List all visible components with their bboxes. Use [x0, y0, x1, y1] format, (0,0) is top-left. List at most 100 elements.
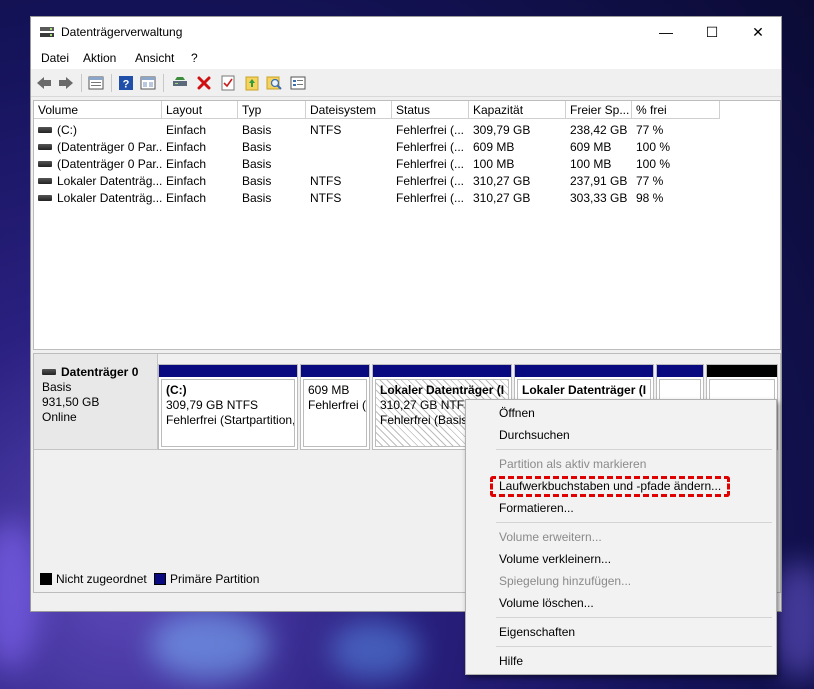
toolbar: ? [31, 69, 781, 97]
table-cell: Fehlerfrei (... [396, 191, 465, 205]
window-title: Datenträgerverwaltung [61, 25, 183, 39]
table-cell: Basis [242, 174, 272, 188]
table-cell: 77 % [636, 174, 664, 188]
partition-c[interactable]: (C:) 309,79 GB NTFS Fehlerfrei (Startpar… [158, 364, 298, 450]
close-button[interactable]: ✕ [735, 17, 781, 47]
table-cell: Einfach [166, 174, 207, 188]
forward-icon[interactable] [57, 74, 75, 92]
table-cell: 310,27 GB [473, 174, 531, 188]
table-cell [306, 156, 392, 173]
properties-icon[interactable] [87, 74, 105, 92]
table-cell: 609 MB [473, 140, 515, 154]
partition-bar [373, 365, 511, 377]
menu-ansicht[interactable]: Ansicht [135, 51, 174, 65]
table-cell: 310,27 GB [473, 191, 531, 205]
help-icon[interactable]: ? [117, 74, 135, 92]
check-icon[interactable] [219, 74, 237, 92]
disk-size: 931,50 GB [42, 395, 100, 409]
partition-body: (C:) 309,79 GB NTFS Fehlerfrei (Startpar… [161, 379, 295, 447]
column-header-dateisystem[interactable]: Dateisystem [306, 101, 392, 119]
table-cell: Einfach [166, 157, 207, 171]
column-header-status[interactable]: Status [392, 101, 469, 119]
table-cell: (Datenträger 0 Par... [34, 156, 162, 173]
toolbar-separator [81, 74, 82, 92]
disk-type: Basis [42, 380, 72, 394]
table-row[interactable]: (C:) Einfach Basis NTFS Fehlerfrei (... 309,7… [34, 122, 780, 139]
disk-0-label[interactable]: Datenträger 0 Basis 931,50 GB Online [34, 354, 158, 450]
table-cell: Fehlerfrei (... [396, 174, 465, 188]
menu-item-hilfe[interactable]: Hilfe [499, 652, 523, 670]
open-folder-icon[interactable] [243, 74, 261, 92]
menu-item-volume-erweitern: Volume erweitern... [499, 530, 602, 544]
menu-item-formatieren[interactable]: Formatieren... [499, 499, 574, 517]
disk-management-icon [40, 27, 54, 37]
partition-bar [301, 365, 369, 377]
table-cell: (Datenträger 0 Par... [34, 139, 162, 156]
svg-text:?: ? [123, 79, 130, 91]
column-header-prozent-frei[interactable]: % frei [632, 101, 720, 119]
menu-help[interactable]: ? [191, 51, 198, 65]
partition-recovery[interactable]: 609 MB Fehlerfrei ( [300, 364, 370, 450]
table-row[interactable]: (Datenträger 0 Par... Einfach Basis Fehlerf… [34, 139, 780, 156]
column-header-volume[interactable]: Volume [34, 101, 162, 119]
table-cell: 237,91 GB [570, 174, 628, 188]
search-icon[interactable] [265, 74, 283, 92]
column-header-freier-speicher[interactable]: Freier Sp... [566, 101, 632, 119]
table-cell: NTFS [310, 174, 342, 188]
menu-item-eigenschaften[interactable]: Eigenschaften [499, 623, 575, 641]
unallocated-bar [707, 365, 777, 377]
menu-item-volume-verkleinern[interactable]: Volume verkleinern... [499, 550, 611, 568]
column-header-typ[interactable]: Typ [238, 101, 306, 119]
highlight-annotation [490, 476, 730, 497]
table-cell: Einfach [166, 123, 207, 137]
table-cell: 238,42 GB [570, 123, 628, 137]
menu-item-oeffnen[interactable]: Öffnen [499, 404, 535, 422]
table-cell: 100 MB [570, 157, 612, 171]
table-cell: Fehlerfrei (... [396, 123, 465, 137]
table-cell: Basis [242, 123, 272, 137]
disk-drive-icon [42, 368, 56, 375]
maximize-button[interactable]: ☐ [689, 17, 735, 47]
back-icon[interactable] [35, 74, 53, 92]
menu-item-volume-loeschen[interactable]: Volume löschen... [499, 594, 594, 612]
table-cell: Einfach [166, 191, 207, 205]
table-row[interactable]: (Datenträger 0 Par... Einfach Basis Fehlerf… [34, 156, 780, 173]
volume-drive-icon [38, 143, 52, 150]
table-cell: 98 % [636, 191, 664, 205]
column-header-layout[interactable]: Layout [162, 101, 238, 119]
table-row[interactable]: Lokaler Datenträg... Einfach Basis NTFS Fehl… [34, 173, 780, 190]
volume-drive-icon [38, 126, 52, 133]
column-header-kapazitaet[interactable]: Kapazität [469, 101, 566, 119]
legend-swatch-unallocated [40, 573, 52, 585]
settings-list-icon[interactable] [289, 74, 307, 92]
table-cell: 77 % [636, 123, 664, 137]
menu-item-partition-aktiv: Partition als aktiv markieren [499, 457, 647, 471]
list-view-icon[interactable] [139, 74, 157, 92]
title-bar: Datenträgerverwaltung — ☐ ✕ [31, 17, 781, 47]
table-row[interactable]: Lokaler Datenträg... Einfach Basis NTFS Fehl… [34, 190, 780, 207]
minimize-button[interactable]: — [643, 17, 689, 47]
table-cell: Lokaler Datenträg... [34, 173, 162, 190]
toolbar-separator [163, 74, 164, 92]
table-cell [306, 139, 392, 156]
background-glow [150, 610, 270, 680]
menu-datei[interactable]: Datei [41, 51, 69, 65]
connect-icon[interactable] [171, 74, 189, 92]
menu-aktion[interactable]: Aktion [83, 51, 116, 65]
table-cell: Einfach [166, 140, 207, 154]
menu-separator [496, 617, 772, 618]
legend-swatch-primary [154, 573, 166, 585]
delete-icon[interactable] [195, 74, 213, 92]
menu-item-durchsuchen[interactable]: Durchsuchen [499, 426, 570, 444]
table-cell: Fehlerfrei (... [396, 140, 465, 154]
table-cell: Fehlerfrei (... [396, 157, 465, 171]
table-cell: 100 % [636, 157, 671, 171]
partition-bar [657, 365, 703, 377]
table-cell: 100 % [636, 140, 671, 154]
menu-separator [496, 522, 772, 523]
menu-item-spiegelung-hinzufuegen: Spiegelung hinzufügen... [499, 574, 632, 588]
partition-bar [159, 365, 297, 377]
menu-separator [496, 646, 772, 647]
table-cell: 609 MB [570, 140, 612, 154]
menu-bar: Datei Aktion Ansicht ? [31, 47, 781, 69]
